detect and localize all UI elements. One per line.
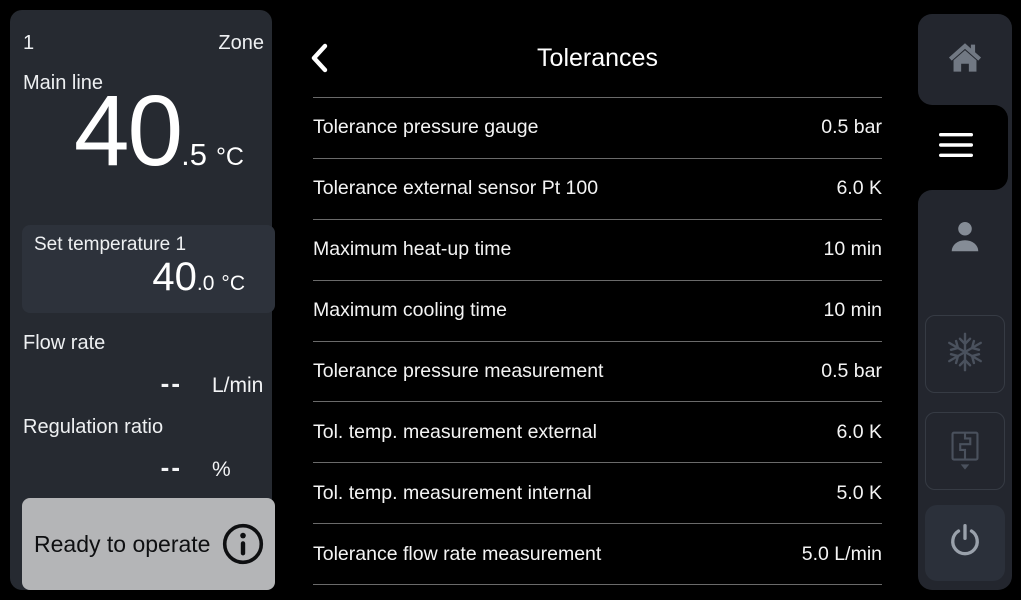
row-value: 10 min bbox=[823, 238, 882, 261]
status-text: Ready to operate bbox=[34, 498, 210, 590]
flow-rate-value: -- bbox=[161, 368, 182, 399]
set-temp-integer: 40 bbox=[152, 255, 197, 299]
home-icon bbox=[943, 35, 987, 84]
regulation-ratio-value: -- bbox=[161, 452, 182, 483]
sidebar-item-user[interactable] bbox=[943, 215, 987, 259]
row-value: 0.5 bar bbox=[821, 360, 882, 383]
regulation-ratio-readout: -- % bbox=[22, 452, 268, 483]
main-temperature-readout: 40 .5 °C bbox=[74, 76, 244, 186]
table-row[interactable]: Maximum cooling time 10 min bbox=[313, 281, 882, 342]
row-value: 5.0 L/min bbox=[802, 543, 882, 566]
row-value: 10 min bbox=[823, 299, 882, 322]
table-row[interactable]: Tolerance external sensor Pt 100 6.0 K bbox=[313, 159, 882, 220]
table-row[interactable]: Tolerance pressure gauge 0.5 bar bbox=[313, 98, 882, 159]
power-icon bbox=[944, 520, 986, 567]
cooling-button[interactable] bbox=[925, 315, 1005, 393]
row-value: 5.0 K bbox=[836, 482, 882, 505]
menu-icon bbox=[938, 132, 974, 163]
sidebar bbox=[918, 14, 1012, 590]
row-value: 6.0 K bbox=[836, 421, 882, 444]
zone-number: 1 bbox=[23, 32, 34, 55]
flow-rate-unit: L/min bbox=[212, 374, 268, 398]
set-temp-decimal: .0 bbox=[197, 272, 215, 296]
sidebar-active-slot bbox=[918, 105, 1012, 190]
regulation-ratio-label: Regulation ratio bbox=[23, 416, 163, 439]
status-badge[interactable]: Ready to operate bbox=[22, 498, 275, 590]
row-label: Tolerance pressure measurement bbox=[313, 360, 603, 383]
snowflake-icon bbox=[942, 329, 988, 380]
row-label: Tol. temp. measurement internal bbox=[313, 482, 592, 505]
page-title: Tolerances bbox=[313, 44, 882, 73]
flow-rate-label: Flow rate bbox=[23, 332, 105, 355]
row-label: Tolerance pressure gauge bbox=[313, 116, 538, 139]
table-row[interactable]: Tol. temp. measurement external 6.0 K bbox=[313, 402, 882, 463]
mold-button[interactable] bbox=[925, 412, 1005, 490]
row-label: Tolerance external sensor Pt 100 bbox=[313, 177, 598, 200]
zone-label: Zone bbox=[218, 32, 264, 55]
row-label: Maximum cooling time bbox=[313, 299, 507, 322]
set-temperature-field[interactable]: Set temperature 1 40 .0 °C bbox=[22, 225, 275, 313]
row-label: Tolerance flow rate measurement bbox=[313, 543, 601, 566]
user-icon bbox=[943, 215, 987, 259]
main-temp-unit: °C bbox=[216, 143, 244, 172]
row-value: 6.0 K bbox=[836, 177, 882, 200]
mold-icon bbox=[942, 426, 988, 477]
table-row[interactable]: Maximum heat-up time 10 min bbox=[313, 220, 882, 281]
tolerances-page: Tolerances Tolerance pressure gauge 0.5 … bbox=[272, 0, 918, 600]
set-temperature-value: 40 .0 °C bbox=[152, 255, 245, 299]
table-row[interactable]: Tolerance pressure measurement 0.5 bar bbox=[313, 342, 882, 403]
zone-status-panel: 1 Zone Main line 40 .5 °C Set temperatur… bbox=[10, 10, 272, 590]
sidebar-item-home[interactable] bbox=[918, 14, 1012, 105]
row-label: Maximum heat-up time bbox=[313, 238, 511, 261]
info-icon[interactable] bbox=[221, 522, 265, 566]
table-row[interactable]: Tolerance flow rate measurement 5.0 L/mi… bbox=[313, 524, 882, 585]
table-row[interactable]: Tol. temp. measurement internal 5.0 K bbox=[313, 463, 882, 524]
main-temp-decimal: .5 bbox=[181, 137, 207, 173]
regulation-ratio-unit: % bbox=[212, 458, 268, 482]
row-label: Tol. temp. measurement external bbox=[313, 421, 597, 444]
tolerances-list: Tolerance pressure gauge 0.5 bar Toleran… bbox=[313, 97, 882, 585]
flow-rate-readout: -- L/min bbox=[22, 368, 268, 399]
row-value: 0.5 bar bbox=[821, 116, 882, 139]
main-temp-integer: 40 bbox=[74, 76, 181, 186]
sidebar-item-menu[interactable] bbox=[904, 105, 1008, 190]
power-button[interactable] bbox=[925, 505, 1005, 581]
set-temp-unit: °C bbox=[221, 272, 245, 296]
set-temperature-label: Set temperature 1 bbox=[34, 234, 186, 256]
